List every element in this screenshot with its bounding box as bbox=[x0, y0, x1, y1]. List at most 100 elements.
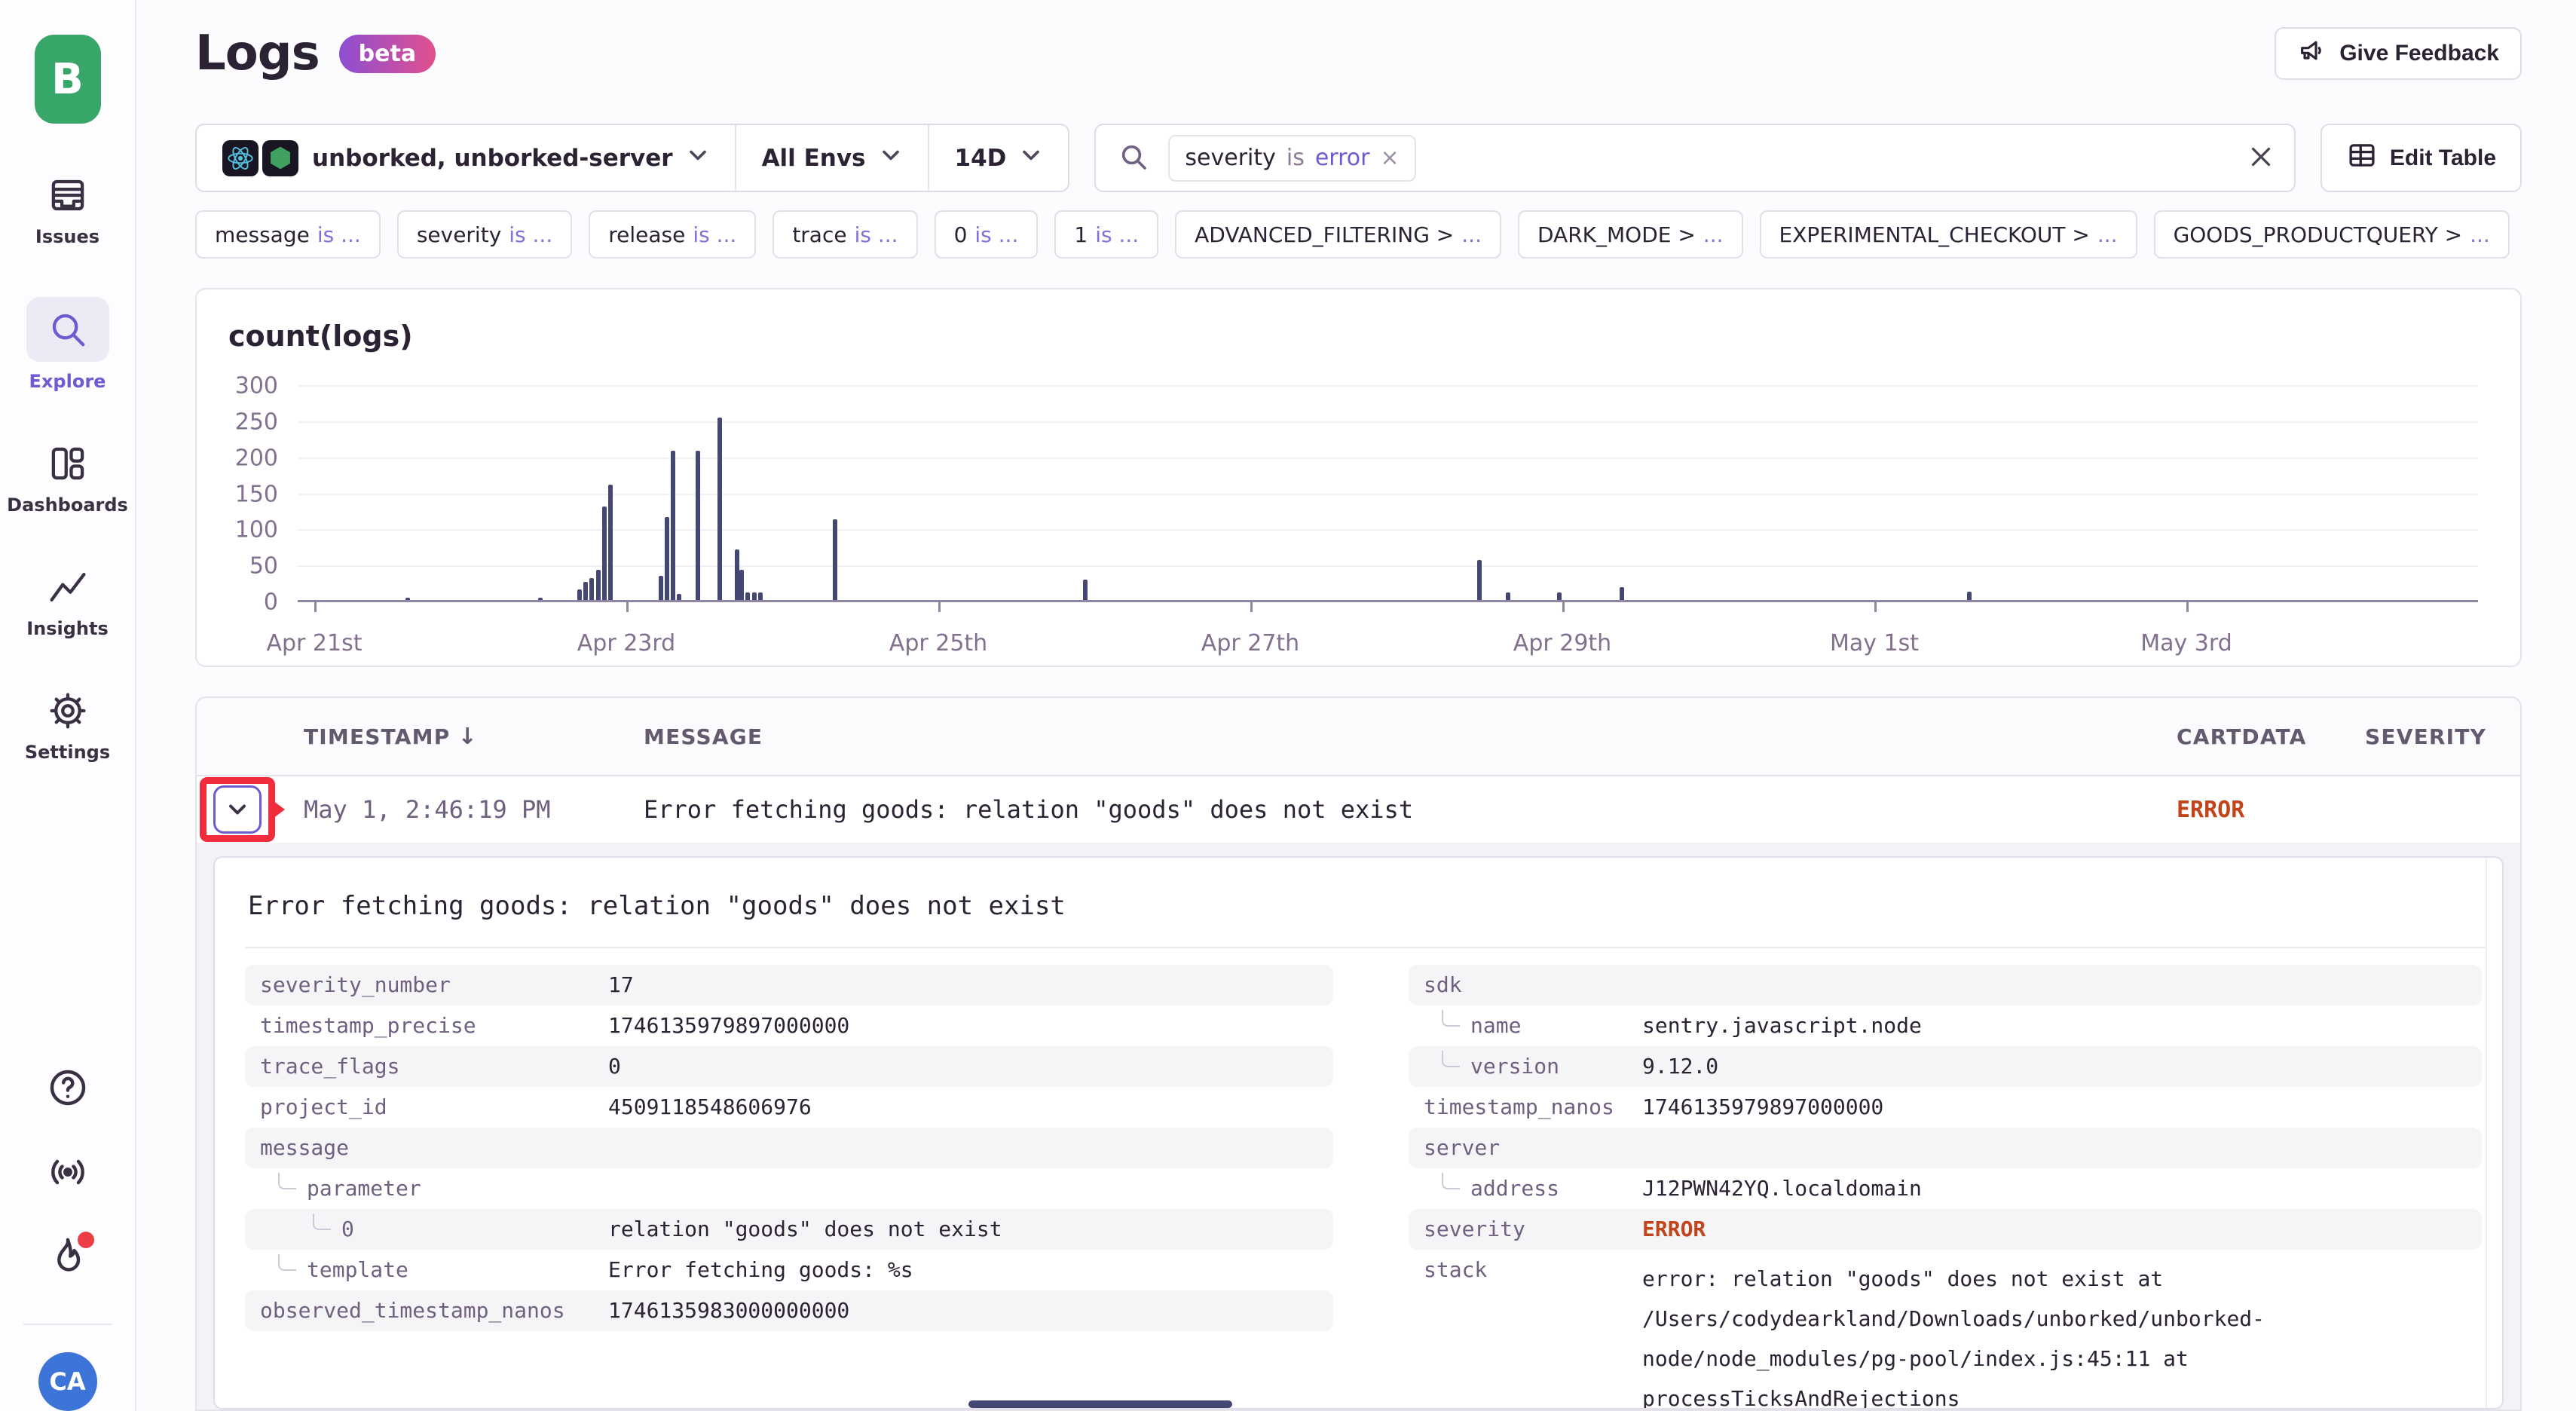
whats-new-flame-icon[interactable] bbox=[46, 1235, 90, 1278]
project-selector[interactable]: unborked, unborked-server bbox=[197, 125, 735, 191]
sidebar-item-issues[interactable]: Issues bbox=[7, 173, 128, 247]
field-key: stack bbox=[1424, 1259, 1642, 1281]
chart-bar[interactable] bbox=[538, 598, 543, 600]
field-key: trace_flags bbox=[260, 1055, 608, 1078]
attribute-chip[interactable]: 0is ... bbox=[935, 210, 1039, 259]
field-key: name bbox=[1424, 1015, 1642, 1037]
sidebar-item-settings[interactable]: Settings bbox=[7, 689, 128, 763]
detail-field-row[interactable]: timestamp_nanos1746135979897000000 bbox=[1409, 1087, 2482, 1128]
beta-badge: beta bbox=[339, 35, 436, 73]
column-header-cartdata[interactable]: CARTDATA bbox=[2177, 724, 2365, 749]
app-window: B Issues Explore Dashboards Insights Setting… bbox=[0, 0, 2576, 1411]
attribute-chip[interactable]: severityis ... bbox=[397, 210, 572, 259]
detail-field-row[interactable]: timestamp_precise1746135979897000000 bbox=[245, 1005, 1333, 1046]
page-title: Logs bbox=[195, 26, 320, 81]
expand-row-button[interactable] bbox=[213, 785, 262, 834]
chart-bar[interactable] bbox=[602, 507, 607, 600]
user-avatar[interactable]: CA bbox=[38, 1352, 97, 1411]
x-axis-tick-label: Apr 29th bbox=[1513, 630, 1611, 657]
chart-bar[interactable] bbox=[1083, 580, 1088, 600]
sidebar-item-insights[interactable]: Insights bbox=[7, 565, 128, 639]
x-axis-tick bbox=[2186, 600, 2189, 612]
chart-bar[interactable] bbox=[735, 549, 739, 600]
detail-field-row[interactable]: server bbox=[1409, 1128, 2482, 1168]
chart-bar[interactable] bbox=[1506, 592, 1510, 600]
detail-field-row[interactable]: stackerror: relation "goods" does not ex… bbox=[1409, 1250, 2482, 1409]
edit-table-button[interactable]: Edit Table bbox=[2321, 124, 2522, 192]
environment-selector[interactable]: All Envs bbox=[735, 125, 928, 191]
attribute-chip[interactable]: messageis ... bbox=[195, 210, 381, 259]
chart-bar[interactable] bbox=[577, 589, 582, 600]
chart-bar[interactable] bbox=[608, 485, 613, 600]
detail-field-row[interactable]: observed_timestamp_nanos1746135983000000… bbox=[245, 1290, 1333, 1331]
gridline bbox=[298, 421, 2478, 423]
detail-field-row[interactable]: trace_flags0 bbox=[245, 1046, 1333, 1087]
chart-bar[interactable] bbox=[677, 594, 681, 600]
date-range-selector[interactable]: 14D bbox=[928, 125, 1069, 191]
attribute-chip[interactable]: GOODS_PRODUCTQUERY >... bbox=[2154, 210, 2510, 259]
attribute-chip[interactable]: ADVANCED_FILTERING >... bbox=[1175, 210, 1501, 259]
chart-bar[interactable] bbox=[758, 592, 763, 600]
detail-field-row[interactable]: templateError fetching goods: %s bbox=[245, 1250, 1333, 1290]
chart-bar[interactable] bbox=[752, 592, 757, 600]
detail-field-row[interactable]: severity_number17 bbox=[245, 965, 1333, 1005]
chart-bar[interactable] bbox=[745, 592, 750, 600]
detail-field-row[interactable]: severityERROR bbox=[1409, 1209, 2482, 1250]
x-axis-tick bbox=[1562, 600, 1565, 612]
detail-field-row[interactable]: sdk bbox=[1409, 965, 2482, 1005]
chart-plot-area[interactable]: Apr 21stApr 23rdApr 25thApr 27thApr 29th… bbox=[298, 386, 2478, 602]
detail-field-row[interactable]: namesentry.javascript.node bbox=[1409, 1005, 2482, 1046]
attribute-chip[interactable]: releaseis ... bbox=[589, 210, 756, 259]
page-filter-group: unborked, unborked-server All Envs 14D bbox=[195, 124, 1069, 192]
field-value: sentry.javascript.node bbox=[1642, 1015, 2467, 1037]
detail-field-row[interactable]: addressJ12PWN42YQ.localdomain bbox=[1409, 1168, 2482, 1209]
chart-bar[interactable] bbox=[665, 517, 669, 600]
chevron-down-icon bbox=[687, 144, 709, 173]
chart-bar[interactable] bbox=[589, 578, 594, 600]
attribute-chip[interactable]: DARK_MODE >... bbox=[1518, 210, 1743, 259]
field-key: address bbox=[1424, 1177, 1642, 1200]
chart-bar[interactable] bbox=[659, 576, 663, 600]
detail-scrollbar[interactable] bbox=[2486, 858, 2487, 1408]
chart-bar[interactable] bbox=[583, 582, 588, 600]
chart-bar[interactable] bbox=[717, 418, 722, 600]
detail-field-row[interactable]: 0relation "goods" does not exist bbox=[245, 1209, 1333, 1250]
column-header-severity[interactable]: SEVERITY bbox=[2365, 724, 2520, 749]
detail-field-row[interactable]: message bbox=[245, 1128, 1333, 1168]
chart-bar[interactable] bbox=[1620, 587, 1624, 600]
log-table-row[interactable]: May 1, 2:46:19 PM Error fetching goods: … bbox=[197, 776, 2520, 843]
chart-bar[interactable] bbox=[596, 570, 601, 600]
chart-bar[interactable] bbox=[1967, 592, 1972, 600]
column-header-timestamp[interactable]: TIMESTAMP ↓ bbox=[304, 724, 644, 750]
attribute-chip[interactable]: traceis ... bbox=[772, 210, 917, 259]
table-header: TIMESTAMP ↓ MESSAGE CARTDATA SEVERITY bbox=[197, 698, 2520, 776]
horizontal-scrollbar-thumb[interactable] bbox=[968, 1400, 1232, 1408]
detail-field-row[interactable]: parameter bbox=[245, 1168, 1333, 1209]
chart-bar[interactable] bbox=[1477, 560, 1482, 600]
chart-bar[interactable] bbox=[1557, 592, 1562, 600]
chart-bar[interactable] bbox=[696, 451, 700, 600]
chart-bar[interactable] bbox=[405, 598, 410, 600]
help-icon[interactable] bbox=[46, 1066, 90, 1110]
search-filter-token[interactable]: severity is error × bbox=[1168, 135, 1415, 182]
y-axis-tick-label: 100 bbox=[235, 517, 278, 543]
detail-field-row[interactable]: project_id4509118548606976 bbox=[245, 1087, 1333, 1128]
detail-field-row[interactable]: version9.12.0 bbox=[1409, 1046, 2482, 1087]
column-header-message[interactable]: MESSAGE bbox=[644, 724, 2177, 749]
clear-search-icon[interactable] bbox=[2247, 143, 2275, 173]
x-axis-tick bbox=[626, 600, 629, 612]
attribute-chip[interactable]: EXPERIMENTAL_CHECKOUT >... bbox=[1760, 210, 2137, 259]
chart-bar[interactable] bbox=[739, 570, 744, 600]
chart-bar[interactable] bbox=[671, 451, 675, 600]
token-close-icon[interactable]: × bbox=[1380, 145, 1399, 171]
search-input[interactable]: severity is error × bbox=[1094, 124, 2295, 192]
chart-bar[interactable] bbox=[833, 519, 837, 600]
field-key: template bbox=[260, 1259, 608, 1281]
broadcast-icon[interactable] bbox=[46, 1150, 90, 1194]
attribute-chip[interactable]: 1is ... bbox=[1054, 210, 1158, 259]
give-feedback-button[interactable]: Give Feedback bbox=[2275, 27, 2522, 80]
field-key: sdk bbox=[1424, 974, 1642, 996]
sidebar-item-dashboards[interactable]: Dashboards bbox=[7, 442, 128, 516]
org-logo[interactable]: B bbox=[35, 35, 101, 124]
sidebar-item-explore[interactable]: Explore bbox=[7, 297, 128, 392]
